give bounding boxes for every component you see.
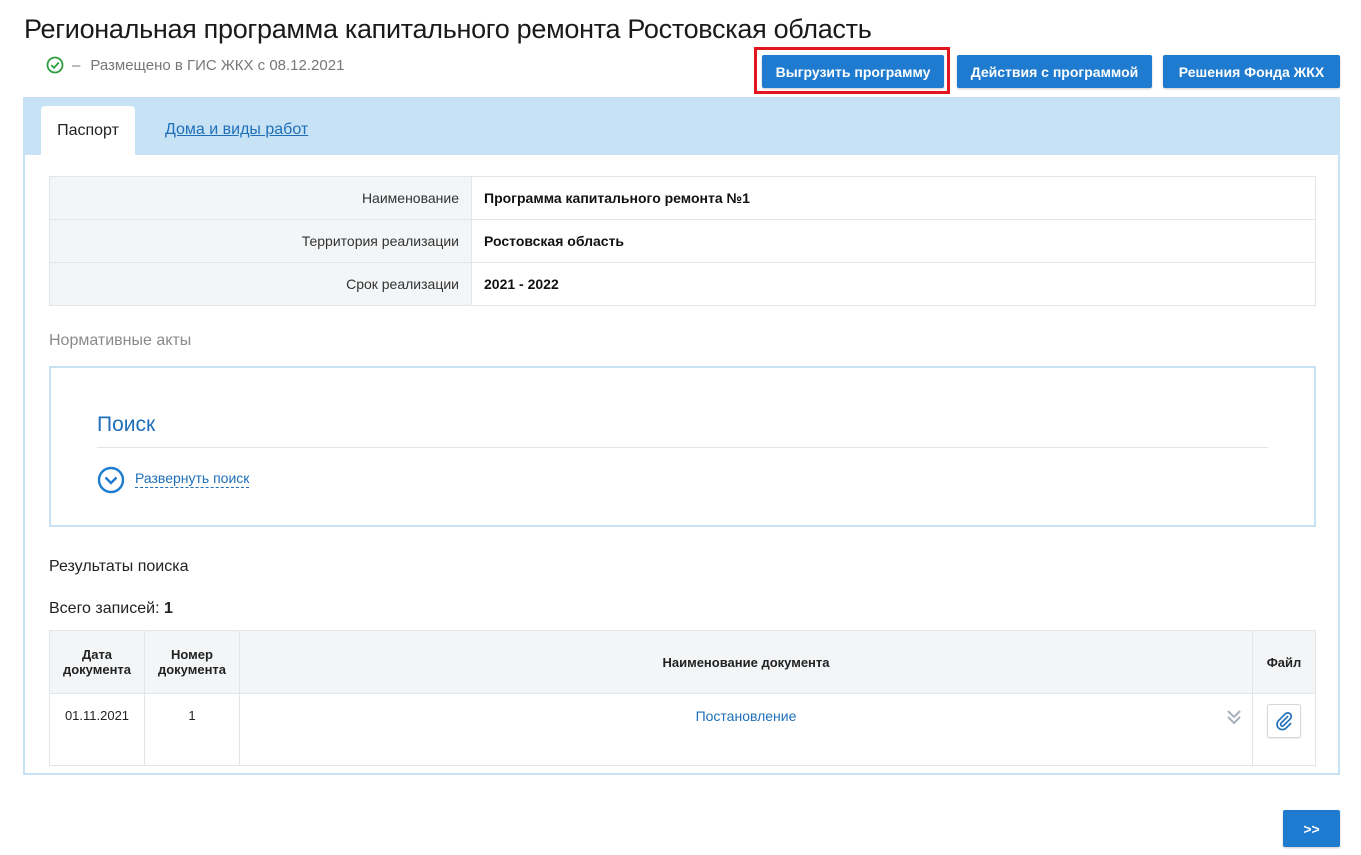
tab-bar: Паспорт Дома и виды работ (25, 99, 1338, 155)
program-actions-button[interactable]: Действия с программой (957, 55, 1152, 88)
passport-key: Срок реализации (49, 262, 472, 306)
column-number-line2: документа (157, 662, 227, 677)
next-page-button[interactable]: >> (1283, 810, 1340, 847)
table-header-row: Дата документа Номер документа Наименова… (49, 630, 1316, 694)
passport-value: Ростовская область (471, 219, 1316, 263)
cell-file (1252, 693, 1316, 766)
passport-row: Территория реализации Ростовская область (49, 219, 1316, 263)
passport-row: Наименование Программа капитального ремо… (49, 176, 1316, 220)
double-chevron-down-icon[interactable] (1226, 708, 1242, 726)
passport-key: Наименование (49, 176, 472, 220)
table-row: 01.11.2021 1 Постановление (49, 693, 1316, 766)
documents-table: Дата документа Номер документа Наименова… (49, 630, 1316, 766)
tab-houses-works[interactable]: Дома и виды работ (165, 121, 308, 139)
attachment-button[interactable] (1267, 704, 1301, 738)
column-name[interactable]: Наименование документа (239, 630, 1253, 694)
total-records: Всего записей: 1 (49, 600, 173, 618)
column-date[interactable]: Дата документа (49, 630, 145, 694)
passport-value: Программа капитального ремонта №1 (471, 176, 1316, 220)
passport-table: Наименование Программа капитального ремо… (49, 176, 1316, 306)
page-title: Региональная программа капитального ремо… (24, 14, 872, 44)
total-label: Всего записей: (49, 600, 160, 617)
status-dash: – (72, 56, 81, 74)
normative-acts-label: Нормативные акты (49, 332, 192, 349)
search-title: Поиск (97, 413, 156, 436)
cell-date: 01.11.2021 (49, 693, 145, 766)
program-panel: Паспорт Дома и виды работ Наименование П… (23, 97, 1340, 775)
passport-value: 2021 - 2022 (471, 262, 1316, 306)
status-text: Размещено в ГИС ЖКХ с 08.12.2021 (90, 56, 345, 74)
expand-search-link[interactable]: Развернуть поиск (135, 470, 250, 488)
results-title: Результаты поиска (49, 558, 189, 575)
column-date-line1: Дата (81, 647, 113, 662)
search-divider (97, 447, 1268, 448)
search-panel: Поиск Развернуть поиск (49, 366, 1316, 527)
check-circle-icon (46, 56, 64, 74)
chevron-down-circle-icon[interactable] (97, 466, 125, 494)
column-number-line1: Номер (171, 647, 213, 662)
passport-key: Территория реализации (49, 219, 472, 263)
passport-row: Срок реализации 2021 - 2022 (49, 262, 1316, 306)
column-number[interactable]: Номер документа (144, 630, 240, 694)
cell-name: Постановление (239, 693, 1253, 766)
column-file: Файл (1252, 630, 1316, 694)
fund-decisions-button[interactable]: Решения Фонда ЖКХ (1163, 55, 1340, 88)
paperclip-icon (1276, 712, 1293, 731)
document-link[interactable]: Постановление (696, 708, 797, 724)
highlight-frame (754, 47, 950, 94)
cell-number: 1 (144, 693, 240, 766)
total-count: 1 (163, 600, 173, 617)
column-date-line2: документа (62, 662, 132, 677)
tab-passport[interactable]: Паспорт (41, 106, 135, 155)
publication-status: – Размещено в ГИС ЖКХ с 08.12.2021 (46, 56, 344, 74)
